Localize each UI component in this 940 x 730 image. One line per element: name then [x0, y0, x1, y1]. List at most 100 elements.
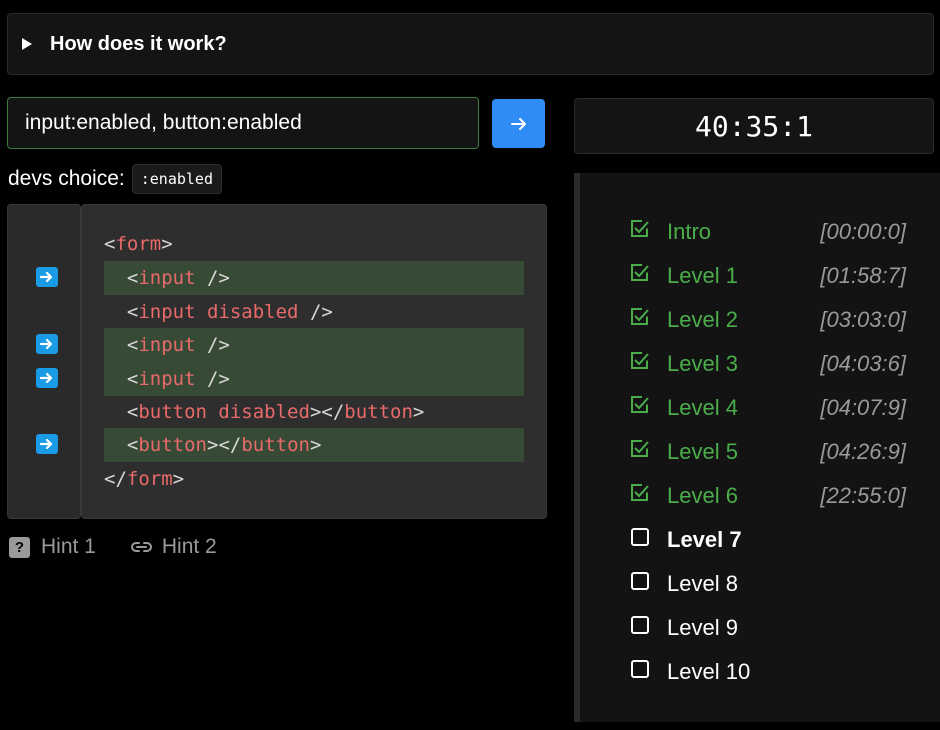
checkbox-empty-icon: [630, 615, 650, 635]
level-item[interactable]: Intro [00:00:0]: [630, 216, 910, 248]
code-punct: <: [126, 368, 139, 390]
level-name: Intro: [667, 219, 712, 244]
code-punct: </: [321, 401, 345, 423]
level-item[interactable]: Level 3 [04:03:6]: [630, 348, 910, 380]
code-attr: disabled: [195, 301, 299, 323]
hint-1-label: Hint 1: [41, 535, 96, 558]
code-tag: button: [138, 434, 207, 456]
checkbox-empty-icon: [630, 527, 650, 547]
code-punct: <: [126, 334, 139, 356]
code-tag: input: [138, 368, 196, 390]
checkbox-checked-icon: [630, 219, 650, 239]
selector-input[interactable]: [7, 97, 479, 149]
timer: 40:35:1: [574, 98, 934, 154]
code-punct: <: [126, 401, 139, 423]
code-line: < input />: [104, 362, 524, 396]
code-punct: </: [104, 468, 127, 490]
levels-list: Intro [00:00:0] Level 1 [01:58:7] Level 2 [03…: [574, 173, 940, 722]
code-tag: input: [138, 301, 196, 323]
hint-2-label: Hint 2: [161, 535, 217, 558]
checkbox-checked-icon: [630, 263, 650, 283]
level-time: [00:00:0]: [820, 219, 906, 244]
level-name: Level 6: [667, 483, 738, 508]
level-time: [22:55:0]: [820, 483, 906, 508]
code-punct: >: [161, 233, 173, 255]
code-punct: </: [218, 434, 242, 456]
level-item[interactable]: Level 6 [22:55:0]: [630, 480, 910, 512]
code-tag: button: [241, 434, 310, 456]
devs-choice-label: devs choice:: [8, 167, 125, 190]
expand-triangle-icon: [22, 38, 32, 50]
code-tag: input: [138, 267, 196, 289]
hint-2-button[interactable]: Hint 2: [130, 535, 217, 559]
code-panel: < form > < input /> < input disabled /> < inp…: [81, 204, 547, 519]
code-line: < input />: [104, 328, 524, 362]
arrow-right-icon: [510, 117, 526, 130]
checkbox-checked-icon: [630, 307, 650, 327]
code-punct: >: [206, 434, 219, 456]
code-punct: >: [309, 434, 322, 456]
level-item[interactable]: Level 1 [01:58:7]: [630, 260, 910, 292]
level-name: Level 7: [667, 527, 742, 552]
code-punct: <: [126, 267, 139, 289]
code-punct: >: [309, 401, 322, 423]
question-icon: ?: [9, 536, 30, 558]
devs-choice-code: :enabled: [131, 164, 222, 194]
code-line: < form >: [104, 227, 524, 261]
level-item[interactable]: Level 9: [630, 612, 910, 644]
checkbox-checked-icon: [630, 483, 650, 503]
code-punct: <: [126, 301, 139, 323]
match-gutter: [7, 204, 81, 519]
link-icon: [130, 540, 153, 554]
level-name: Level 2: [667, 307, 738, 332]
code-punct: />: [195, 267, 230, 289]
code-tag: form: [115, 233, 162, 255]
code-punct: />: [195, 368, 230, 390]
code-line: < input />: [104, 261, 524, 295]
checkbox-checked-icon: [630, 395, 650, 415]
match-arrow-icon: [36, 434, 58, 454]
level-name: Level 9: [667, 615, 738, 640]
match-arrow-icon: [36, 368, 58, 388]
code-tag: button: [344, 401, 413, 423]
level-name: Level 4: [667, 395, 738, 420]
code-tag: input: [138, 334, 196, 356]
checkbox-empty-icon: [630, 571, 650, 591]
level-item[interactable]: Level 4 [04:07:9]: [630, 392, 910, 424]
level-name: Level 1: [667, 263, 738, 288]
submit-button[interactable]: [492, 99, 545, 148]
how-it-works-disclosure[interactable]: How does it work?: [7, 13, 934, 75]
match-arrow-icon: [36, 334, 58, 354]
devs-choice: devs choice: :enabled: [8, 163, 222, 195]
level-name: Level 5: [667, 439, 738, 464]
code-punct: />: [195, 334, 230, 356]
code-line: < input disabled />: [104, 295, 524, 329]
code-attr: disabled: [206, 401, 310, 423]
checkbox-checked-icon: [630, 439, 650, 459]
code-line: </form >: [104, 462, 524, 496]
level-item[interactable]: Level 5 [04:26:9]: [630, 436, 910, 468]
hint-1-button[interactable]: ? Hint 1: [9, 535, 96, 559]
code-line: < button > </button >: [104, 428, 524, 462]
checkbox-empty-icon: [630, 659, 650, 679]
code-punct: <: [126, 434, 139, 456]
level-item[interactable]: Level 10: [630, 656, 910, 688]
code-tag: button: [138, 401, 207, 423]
level-item[interactable]: Level 2 [03:03:0]: [630, 304, 910, 336]
code-line: < button disabled > </button >: [104, 395, 524, 429]
code-punct: />: [298, 301, 333, 323]
level-item[interactable]: Level 7: [630, 524, 910, 556]
code-punct: <: [104, 233, 116, 255]
disclosure-title: How does it work?: [50, 32, 227, 55]
level-time: [04:26:9]: [820, 439, 906, 464]
level-time: [03:03:0]: [820, 307, 906, 332]
hints-bar: ? Hint 1 Hint 2: [9, 532, 251, 562]
level-time: [04:03:6]: [820, 351, 906, 376]
level-item[interactable]: Level 8: [630, 568, 910, 600]
code-punct: >: [412, 401, 425, 423]
